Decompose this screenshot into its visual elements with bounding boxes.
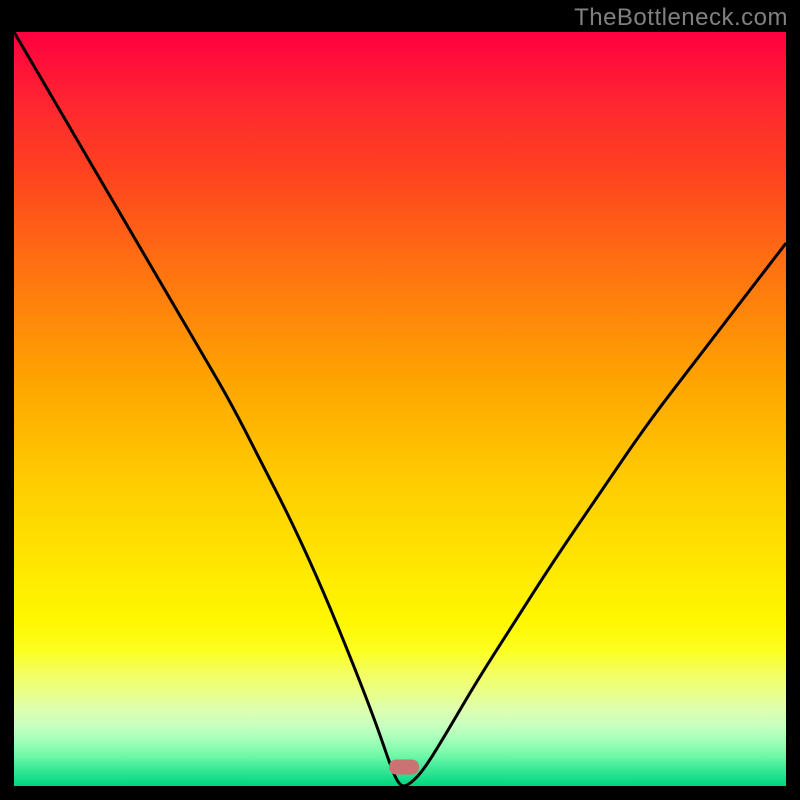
- plot-area: [14, 32, 786, 786]
- bottleneck-curve: [14, 32, 786, 786]
- curve-path: [14, 32, 786, 786]
- chart-frame: TheBottleneck.com: [0, 0, 800, 800]
- attribution-label: TheBottleneck.com: [574, 4, 788, 32]
- optimum-marker: [389, 760, 419, 775]
